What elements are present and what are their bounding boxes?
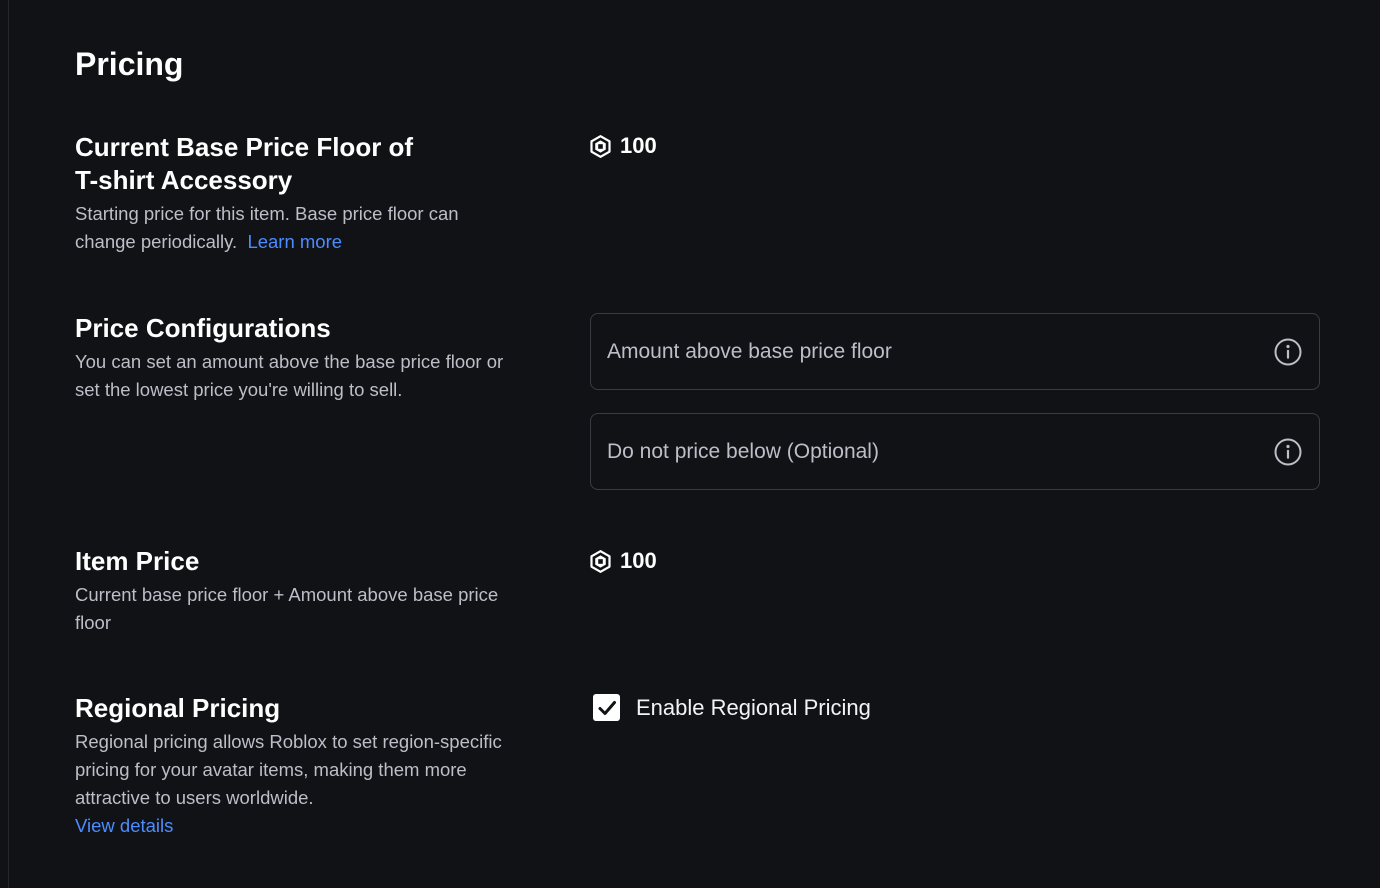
base-price-section: Current Base Price Floor of T-shirt Acce… — [75, 131, 515, 256]
base-price-title-line1: Current Base Price Floor of — [75, 132, 414, 162]
view-details-link[interactable]: View details — [75, 815, 173, 836]
left-divider — [8, 0, 9, 888]
item-price-value: 100 — [589, 548, 657, 574]
base-price-amount: 100 — [620, 133, 657, 158]
base-price-description: Starting price for this item. Base price… — [75, 200, 515, 256]
amount-above-base-placeholder: Amount above base price floor — [607, 339, 892, 363]
item-price-section: Item Price Current base price floor + Am… — [75, 545, 515, 637]
item-price-title: Item Price — [75, 546, 200, 576]
robux-icon — [589, 549, 612, 573]
regional-pricing-section: Regional Pricing Regional pricing allows… — [75, 692, 515, 840]
learn-more-link[interactable]: Learn more — [247, 231, 342, 252]
item-price-description: Current base price floor + Amount above … — [75, 584, 499, 633]
regional-pricing-description: Regional pricing allows Roblox to set re… — [75, 728, 515, 840]
base-price-title-line2: T-shirt Accessory — [75, 165, 293, 195]
base-price-value: 100 — [589, 133, 657, 159]
price-config-description: You can set an amount above the base pri… — [75, 351, 504, 400]
amount-above-base-input[interactable]: Amount above base price floor — [590, 313, 1320, 390]
page-title: Pricing — [75, 46, 184, 82]
info-icon[interactable] — [1273, 437, 1303, 467]
price-config-section: Price Configurations You can set an amou… — [75, 312, 515, 404]
pricing-page: Pricing Current Base Price Floor of T-sh… — [0, 0, 1380, 888]
regional-pricing-description-text: Regional pricing allows Roblox to set re… — [75, 731, 502, 808]
do-not-price-below-input[interactable]: Do not price below (Optional) — [590, 413, 1320, 490]
enable-regional-pricing-option[interactable]: Enable Regional Pricing — [593, 694, 871, 721]
info-icon[interactable] — [1273, 337, 1303, 367]
regional-pricing-title: Regional Pricing — [75, 693, 281, 723]
base-price-title: Current Base Price Floor of T-shirt Acce… — [75, 131, 515, 197]
robux-icon — [589, 134, 612, 158]
item-price-amount: 100 — [620, 548, 657, 573]
do-not-price-below-placeholder: Do not price below (Optional) — [607, 439, 879, 463]
checkmark-icon — [598, 700, 616, 715]
enable-regional-pricing-checkbox[interactable] — [593, 694, 620, 721]
enable-regional-pricing-label: Enable Regional Pricing — [636, 694, 871, 720]
price-config-title: Price Configurations — [75, 313, 331, 343]
